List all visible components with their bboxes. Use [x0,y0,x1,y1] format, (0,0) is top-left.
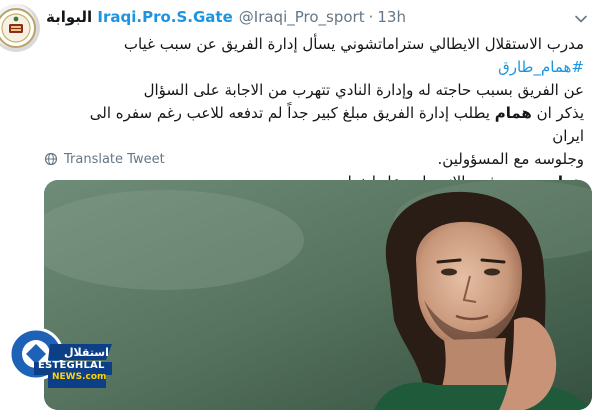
tweet-line-3-prefix: يذكر ان [531,104,584,122]
chevron-down-icon[interactable] [574,12,588,26]
tweet-media-photo[interactable] [44,180,592,410]
display-name-latin[interactable]: Iraqi.Pro.S.Gate [97,8,232,26]
translate-label[interactable]: Translate Tweet [64,152,165,167]
user-handle[interactable]: @Iraqi_Pro_sport [239,8,365,26]
separator-dot: · [368,8,374,26]
tweet-line-1: مدرب الاستقلال الايطالي ستراماتشوني يسأل… [56,33,584,79]
translate-tweet-link[interactable]: Translate Tweet [44,150,165,168]
timestamp[interactable]: 13h [377,8,406,26]
tweet-line-3: يذكر ان همام يطلب إدارة الفريق مبلغ كبير… [56,102,584,148]
tweet-line-1-text: مدرب الاستقلال الايطالي ستراماتشوني يسأل… [123,35,584,53]
tweet-card[interactable]: البوابة Iraqi.Pro.S.Gate @Iraqi_Pro_spor… [0,0,600,410]
watermark-word-1: ESTEGHLAL [38,360,105,371]
esteghlal-news-watermark: ﺍﺳﺘﻘﻼﻝ ESTEGHLAL NEWS.com [4,326,116,400]
avatar-logo-icon [0,8,36,48]
display-name[interactable]: البوابة Iraqi.Pro.S.Gate [46,8,233,26]
bold-name: همام [494,104,532,122]
tweet-body: مدرب الاستقلال الايطالي ستراماتشوني يسأل… [56,33,584,194]
svg-text:ﺍﺳﺘﻘﻼﻝ: ﺍﺳﺘﻘﻼﻝ [64,346,109,359]
watermark-word-2: NEWS.com [52,372,107,382]
avatar[interactable] [0,4,40,52]
tweet-header: البوابة Iraqi.Pro.S.Gate @Iraqi_Pro_spor… [46,8,406,32]
player-photo [44,180,592,410]
tweet-line-2: عن الفريق بسبب حاجته له وإدارة النادي تت… [143,81,584,99]
display-name-arabic[interactable]: البوابة [46,8,92,26]
hashtag-link[interactable]: #همام_طارق [498,58,584,76]
globe-icon [44,152,58,166]
